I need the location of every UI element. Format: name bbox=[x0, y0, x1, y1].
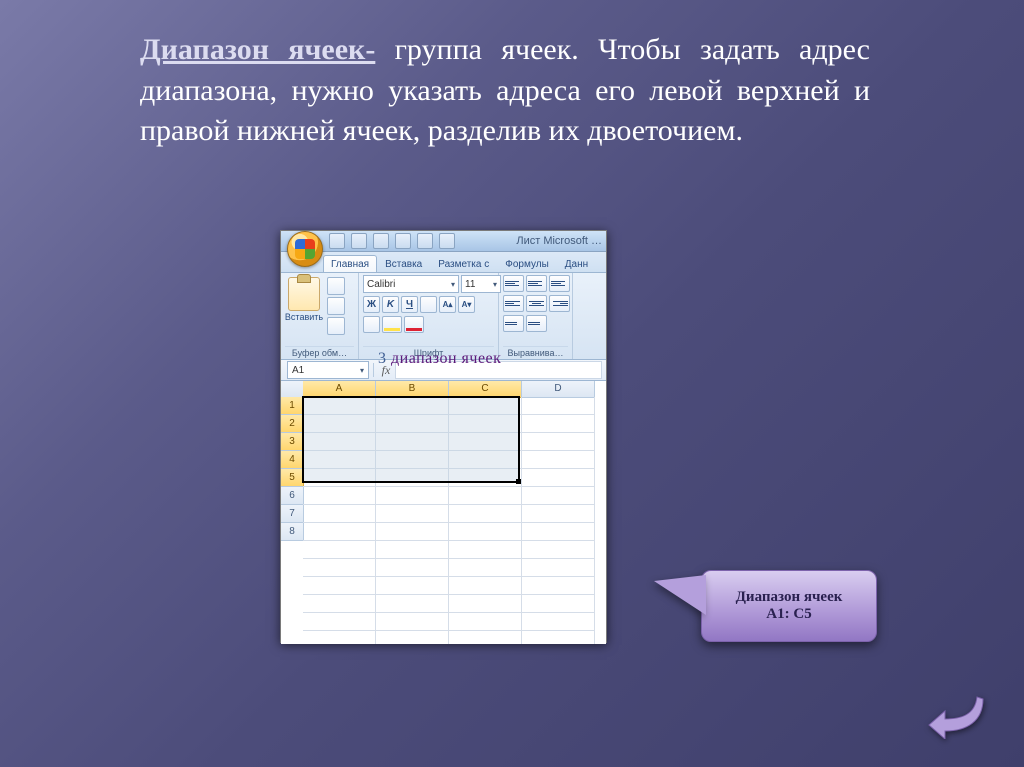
qat-preview-icon[interactable] bbox=[417, 233, 433, 249]
ribbon-tabs: ГлавнаяВставкаРазметка сФормулыДанн bbox=[281, 252, 606, 273]
align-right-button[interactable] bbox=[549, 295, 570, 312]
qat-item-icon[interactable] bbox=[439, 233, 455, 249]
fill-color-button[interactable] bbox=[382, 316, 402, 333]
tab-Главная[interactable]: Главная bbox=[323, 255, 377, 272]
paste-label: Вставить bbox=[285, 312, 323, 322]
spreadsheet-grid[interactable]: ABCD 12345678 bbox=[281, 381, 606, 644]
column-header-B[interactable]: B bbox=[376, 381, 449, 398]
row-header-5[interactable]: 5 bbox=[281, 469, 304, 487]
definition-paragraph: Диапазон ячеек- группа ячеек. Чтобы зада… bbox=[140, 30, 870, 152]
curved-arrow-icon bbox=[927, 693, 989, 739]
row-header-6[interactable]: 6 bbox=[281, 487, 304, 505]
callout-line2: А1: С5 bbox=[766, 606, 811, 623]
group-clipboard-caption: Буфер обм… bbox=[285, 346, 354, 359]
align-bottom-button[interactable] bbox=[549, 275, 570, 292]
column-headers: ABCD bbox=[303, 381, 595, 397]
name-box[interactable]: A1▾ bbox=[287, 361, 369, 379]
select-all-corner[interactable] bbox=[281, 381, 304, 398]
tab-Разметка с[interactable]: Разметка с bbox=[430, 255, 497, 272]
row-header-3[interactable]: 3 bbox=[281, 433, 304, 451]
slide: Диапазон ячеек- группа ячеек. Чтобы зада… bbox=[0, 0, 1024, 767]
borders-button[interactable] bbox=[363, 316, 380, 333]
clipboard-icon bbox=[288, 277, 320, 311]
font-name-combo[interactable]: Calibri▾ bbox=[363, 275, 459, 293]
row-header-8[interactable]: 8 bbox=[281, 523, 304, 541]
column-header-D[interactable]: D bbox=[522, 381, 595, 398]
qat-redo-icon[interactable] bbox=[373, 233, 389, 249]
align-center-button[interactable] bbox=[526, 295, 547, 312]
cut-icon[interactable] bbox=[327, 277, 345, 295]
qat-undo-icon[interactable] bbox=[351, 233, 367, 249]
row-header-2[interactable]: 2 bbox=[281, 415, 304, 433]
quick-access-toolbar: Лист Microsoft … bbox=[281, 231, 606, 252]
align-top-button[interactable] bbox=[503, 275, 524, 292]
callout-box: Диапазон ячеек А1: С5 bbox=[701, 570, 877, 642]
align-left-button[interactable] bbox=[503, 295, 524, 312]
chevron-down-icon: ▾ bbox=[493, 280, 497, 289]
italic-button[interactable]: K bbox=[382, 296, 399, 313]
font-color-button[interactable] bbox=[404, 316, 424, 333]
decrease-indent-button[interactable] bbox=[503, 315, 524, 332]
row-header-1[interactable]: 1 bbox=[281, 397, 304, 415]
formula-bar-row: A1▾ fx bbox=[281, 360, 606, 381]
separator bbox=[369, 363, 377, 377]
qat-save-icon[interactable] bbox=[329, 233, 345, 249]
border-button[interactable] bbox=[420, 296, 437, 313]
grow-font-button[interactable]: A▴ bbox=[439, 296, 456, 313]
group-font: Calibri▾ 11▾ Ж K Ч A▴ A▾ bbox=[359, 273, 499, 359]
underline-button[interactable]: Ч bbox=[401, 296, 418, 313]
chevron-down-icon: ▾ bbox=[360, 366, 364, 375]
column-header-A[interactable]: A bbox=[303, 381, 376, 398]
office-button[interactable] bbox=[287, 231, 323, 267]
copy-icon[interactable] bbox=[327, 297, 345, 315]
group-font-caption: Шрифт bbox=[363, 346, 494, 359]
bold-button[interactable]: Ж bbox=[363, 296, 380, 313]
qat-print-icon[interactable] bbox=[395, 233, 411, 249]
row-header-7[interactable]: 7 bbox=[281, 505, 304, 523]
callout-line1: Диапазон ячеек bbox=[736, 589, 843, 606]
cells-area[interactable] bbox=[303, 397, 606, 644]
row-header-4[interactable]: 4 bbox=[281, 451, 304, 469]
excel-screenshot: Лист Microsoft … ГлавнаяВставкаРазметка … bbox=[280, 230, 607, 643]
group-clipboard: Вставить Буфер обм… bbox=[281, 273, 359, 359]
chevron-down-icon: ▾ bbox=[451, 280, 455, 289]
group-alignment: Выравнива… bbox=[499, 273, 573, 359]
format-painter-icon[interactable] bbox=[327, 317, 345, 335]
paste-button[interactable]: Вставить bbox=[285, 275, 323, 322]
term: Диапазон ячеек- bbox=[140, 33, 375, 66]
shrink-font-button[interactable]: A▾ bbox=[458, 296, 475, 313]
ribbon: Вставить Буфер обм… Calibri▾ bbox=[281, 273, 606, 360]
group-align-caption: Выравнива… bbox=[503, 346, 568, 359]
tab-Вставка[interactable]: Вставка bbox=[377, 255, 430, 272]
row-headers: 12345678 bbox=[281, 397, 303, 541]
formula-bar[interactable] bbox=[395, 361, 602, 379]
increase-indent-button[interactable] bbox=[526, 315, 547, 332]
column-header-C[interactable]: C bbox=[449, 381, 522, 398]
tab-Данн[interactable]: Данн bbox=[557, 255, 596, 272]
back-arrow-button[interactable] bbox=[927, 693, 989, 739]
align-middle-button[interactable] bbox=[526, 275, 547, 292]
fx-icon[interactable]: fx bbox=[377, 363, 395, 378]
tab-Формулы[interactable]: Формулы bbox=[497, 255, 557, 272]
font-size-combo[interactable]: 11▾ bbox=[461, 275, 501, 293]
window-title: Лист Microsoft … bbox=[516, 235, 602, 247]
